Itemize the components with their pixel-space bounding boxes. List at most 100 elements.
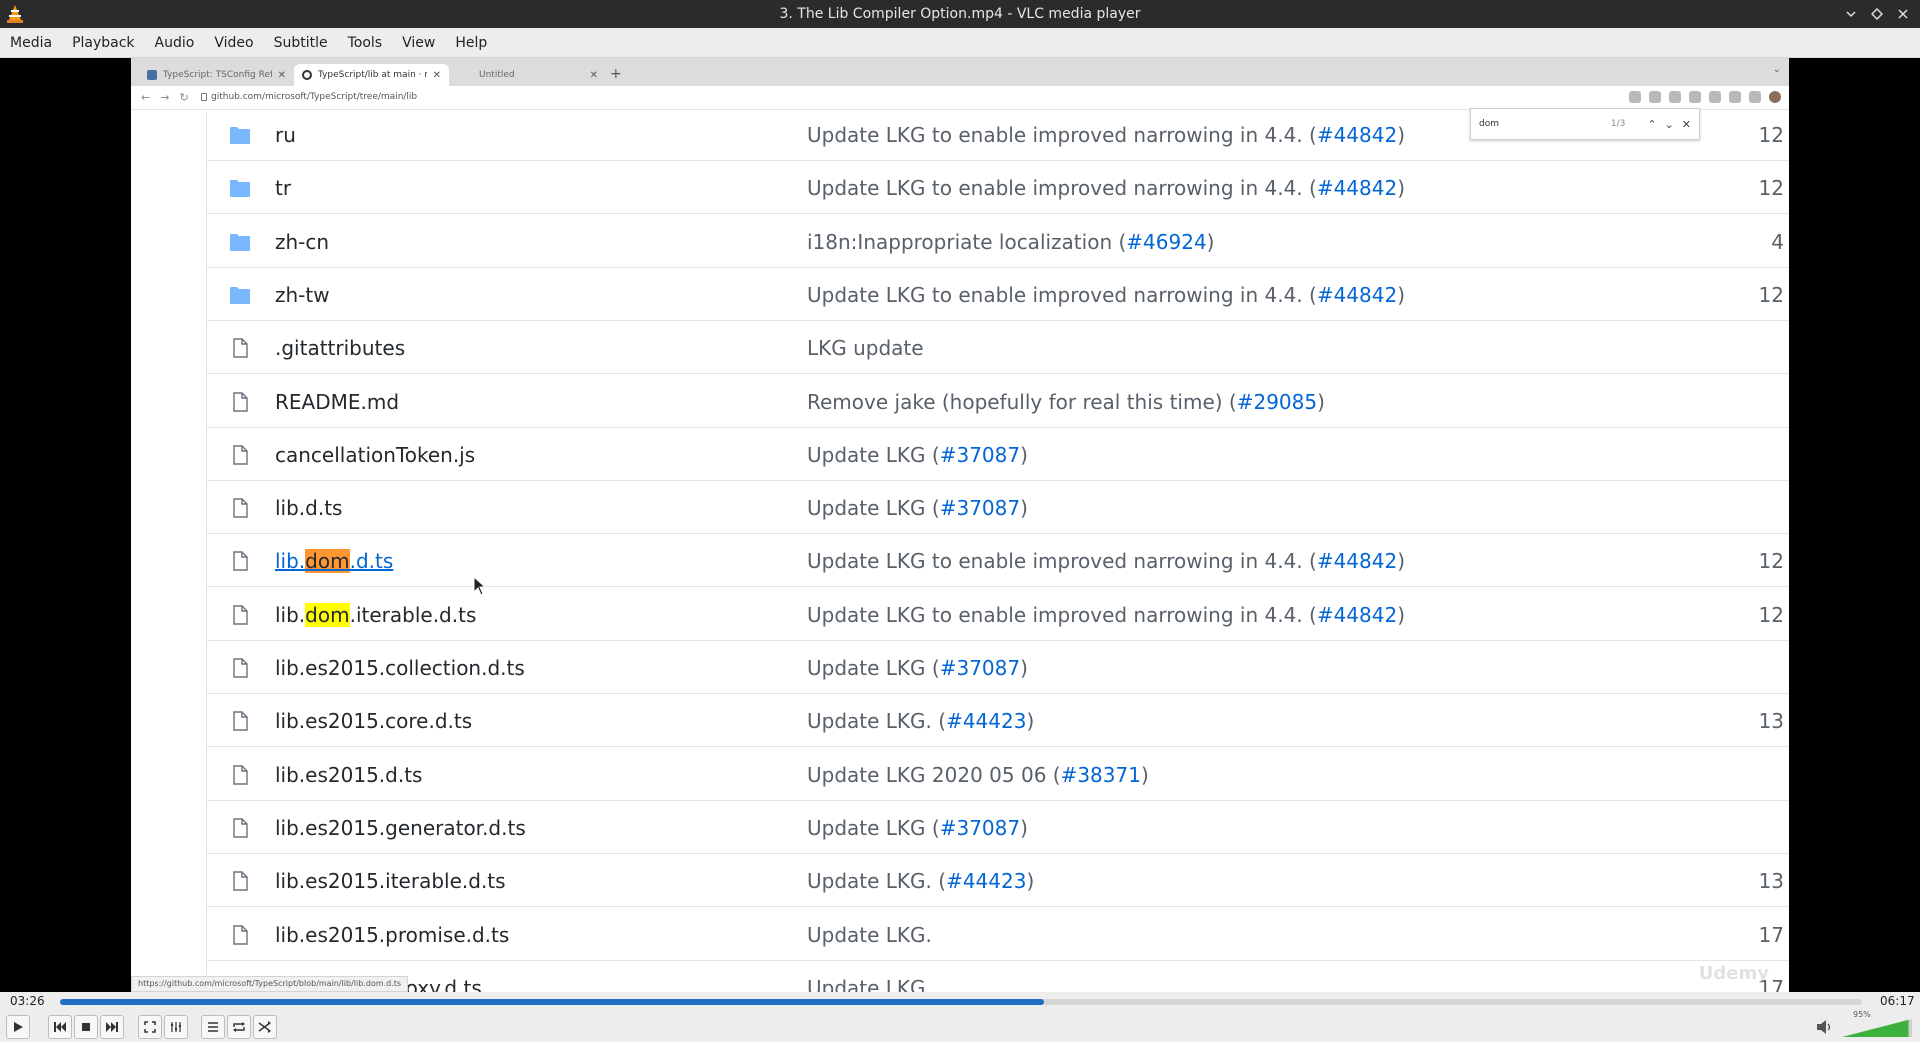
chevron-down-icon[interactable]: ⌄	[1773, 64, 1781, 75]
commit-message[interactable]: Update LKG (#37087)	[807, 482, 1028, 534]
file-name[interactable]: ru	[275, 109, 296, 161]
file-name[interactable]: lib.es2015.collection.d.ts	[275, 642, 525, 694]
browser-tab-active[interactable]: TypeScript/lib at main · micros ✕	[294, 64, 449, 86]
menu-tools[interactable]: Tools	[342, 28, 389, 58]
menu-help[interactable]: Help	[449, 28, 493, 58]
pr-link[interactable]: #46924	[1126, 230, 1206, 254]
extension-icon[interactable]	[1729, 91, 1741, 103]
file-name[interactable]: cancellationToken.js	[275, 429, 475, 481]
file-row[interactable]: cancellationToken.js Update LKG (#37087)	[207, 429, 1789, 481]
commit-message[interactable]: Update LKG.	[807, 962, 932, 992]
back-icon[interactable]: ←	[141, 91, 150, 104]
menu-video[interactable]: Video	[208, 28, 259, 58]
commit-message[interactable]: Update LKG (#37087)	[807, 429, 1028, 481]
browser-tab[interactable]: TypeScript: TSConfig Referen ✕	[139, 64, 294, 86]
pr-link[interactable]: #38371	[1061, 763, 1141, 787]
commit-message[interactable]: Update LKG to enable improved narrowing …	[807, 535, 1405, 587]
close-icon[interactable]: ✕	[1682, 118, 1691, 131]
pr-link[interactable]: #44842	[1317, 123, 1397, 147]
extension-icon[interactable]	[1649, 91, 1661, 103]
file-name[interactable]: README.md	[275, 376, 399, 428]
commit-message[interactable]: Update LKG (#37087)	[807, 642, 1028, 694]
file-row[interactable]: .gitattributes LKG update	[207, 322, 1789, 375]
pr-link[interactable]: #37087	[940, 443, 1020, 467]
file-row[interactable]: tr Update LKG to enable improved narrowin…	[207, 162, 1789, 215]
menu-playback[interactable]: Playback	[66, 28, 140, 58]
pr-link[interactable]: #44423	[946, 709, 1026, 733]
close-icon[interactable]: ✕	[278, 70, 286, 81]
file-name[interactable]: lib.es2015.generator.d.ts	[275, 802, 526, 854]
file-name[interactable]: tr	[275, 162, 291, 214]
find-prev-icon[interactable]: ⌃	[1647, 118, 1656, 131]
file-name[interactable]: lib.dom.iterable.d.ts	[275, 589, 476, 641]
file-row[interactable]: zh-cn i18n:Inappropriate localization (#4…	[207, 216, 1789, 268]
avatar[interactable]	[1769, 91, 1781, 103]
commit-message[interactable]: Update LKG. (#44423)	[807, 695, 1034, 747]
commit-message[interactable]: LKG update	[807, 322, 924, 374]
file-row[interactable]: lib.dom.iterable.d.ts Update LKG to enabl…	[207, 589, 1789, 641]
url-text[interactable]: github.com/microsoft/TypeScript/tree/mai…	[211, 92, 417, 102]
file-name[interactable]: lib.d.ts	[275, 482, 342, 534]
minimize-button[interactable]	[1840, 3, 1862, 25]
commit-message[interactable]: Update LKG to enable improved narrowing …	[807, 109, 1405, 161]
seek-slider[interactable]	[60, 999, 1862, 1005]
play-button[interactable]	[6, 1015, 30, 1039]
file-row[interactable]: zh-tw Update LKG to enable improved narro…	[207, 269, 1789, 321]
menu-media[interactable]: Media	[4, 28, 58, 58]
pr-link[interactable]: #44842	[1317, 176, 1397, 200]
share-icon[interactable]	[1689, 91, 1701, 103]
pr-link[interactable]: #37087	[940, 816, 1020, 840]
speaker-icon[interactable]	[1815, 1018, 1835, 1036]
close-icon[interactable]: ✕	[590, 70, 598, 81]
maximize-button[interactable]	[1866, 3, 1888, 25]
commit-message[interactable]: Update LKG.	[807, 909, 932, 961]
menu-subtitle[interactable]: Subtitle	[268, 28, 334, 58]
close-button[interactable]	[1892, 3, 1914, 25]
browser-tab[interactable]: Untitled ✕	[451, 64, 606, 86]
sidepanel-icon[interactable]	[1749, 91, 1761, 103]
pr-link[interactable]: #37087	[940, 656, 1020, 680]
menu-view[interactable]: View	[396, 28, 441, 58]
pr-link[interactable]: #44842	[1317, 549, 1397, 573]
forward-icon[interactable]: →	[160, 91, 169, 104]
next-button[interactable]	[100, 1015, 124, 1039]
file-row[interactable]: lib.dom.d.ts Update LKG to enable improve…	[207, 535, 1789, 588]
shuffle-button[interactable]	[253, 1015, 277, 1039]
file-row[interactable]: README.md Remove jake (hopefully for real…	[207, 376, 1789, 428]
file-name[interactable]: zh-tw	[275, 269, 330, 321]
commit-message[interactable]: Update LKG to enable improved narrowing …	[807, 589, 1405, 641]
star-icon[interactable]	[1709, 91, 1721, 103]
pr-link[interactable]: #29085	[1237, 390, 1317, 414]
file-name[interactable]: lib.dom.d.ts	[275, 535, 393, 587]
menu-audio[interactable]: Audio	[149, 28, 201, 58]
video-area[interactable]: TypeScript: TSConfig Referen ✕ TypeScrip…	[0, 58, 1920, 992]
file-row[interactable]: lib.es2015.iterable.d.ts Update LKG. (#44…	[207, 855, 1789, 908]
commit-message[interactable]: i18n:Inappropriate localization (#46924)	[807, 216, 1214, 268]
extension-icon[interactable]	[1629, 91, 1641, 103]
file-row[interactable]: lib.es2015.promise.d.ts Update LKG. 17	[207, 909, 1789, 961]
extended-settings-button[interactable]	[164, 1015, 188, 1039]
playlist-button[interactable]	[201, 1015, 225, 1039]
file-row[interactable]: lib.es2015.generator.d.ts Update LKG (#37…	[207, 802, 1789, 854]
volume-slider[interactable]	[1840, 1016, 1914, 1038]
commit-message[interactable]: Update LKG to enable improved narrowing …	[807, 162, 1405, 214]
previous-button[interactable]	[48, 1015, 72, 1039]
new-tab-icon[interactable]: +	[610, 66, 622, 82]
stop-button[interactable]	[74, 1015, 98, 1039]
file-row[interactable]: lib.es2015.collection.d.ts Update LKG (#3…	[207, 642, 1789, 694]
file-row[interactable]: lib.es2015.proxy.d.tsUpdate LKG.17	[207, 962, 1789, 992]
zoom-icon[interactable]	[1669, 91, 1681, 103]
find-next-icon[interactable]: ⌄	[1665, 118, 1674, 131]
file-row[interactable]: lib.d.ts Update LKG (#37087)	[207, 482, 1789, 535]
reload-icon[interactable]: ↻	[179, 91, 188, 104]
pr-link[interactable]: #44842	[1317, 603, 1397, 627]
file-row[interactable]: lib.es2015.d.ts Update LKG 2020 05 06 (#3…	[207, 749, 1789, 801]
file-name[interactable]: lib.es2015.core.d.ts	[275, 695, 472, 747]
file-name[interactable]: lib.es2015.promise.d.ts	[275, 909, 509, 961]
close-icon[interactable]: ✕	[433, 70, 441, 81]
find-input[interactable]: dom	[1479, 119, 1611, 129]
file-name[interactable]: lib.es2015.d.ts	[275, 749, 422, 801]
commit-message[interactable]: Update LKG to enable improved narrowing …	[807, 269, 1405, 321]
file-name[interactable]: lib.es2015.iterable.d.ts	[275, 855, 506, 907]
loop-button[interactable]	[227, 1015, 251, 1039]
